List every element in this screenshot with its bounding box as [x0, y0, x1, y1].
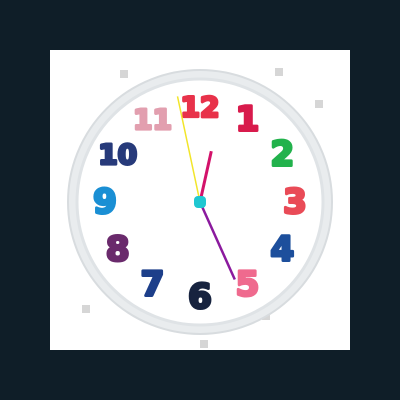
- numeral-3: 3: [283, 182, 307, 222]
- numeral-4: 4: [270, 230, 294, 270]
- center-pin: [194, 196, 206, 208]
- watermark-square-icon: [120, 70, 128, 78]
- numeral-1: 1: [236, 100, 260, 140]
- image-frame: 12 1 2 3 4 5 6 7 8 9 10 11: [0, 0, 400, 400]
- numeral-12: 12: [181, 91, 220, 124]
- numeral-6: 6: [188, 277, 212, 317]
- watermark-square-icon: [82, 305, 90, 313]
- watermark-square-icon: [200, 340, 208, 348]
- watermark-square-icon: [275, 68, 283, 76]
- watermark-square-icon: [315, 100, 323, 108]
- numeral-11: 11: [133, 103, 172, 136]
- numeral-2: 2: [270, 135, 294, 175]
- wall-clock: 12 12 3 45678 9 1011: [67, 68, 333, 348]
- numeral-8: 8: [106, 230, 130, 270]
- numeral-7: 7: [141, 264, 165, 304]
- numeral-9: 9: [93, 182, 117, 222]
- numeral-10: 10: [98, 138, 137, 171]
- numeral-5: 5: [236, 264, 260, 304]
